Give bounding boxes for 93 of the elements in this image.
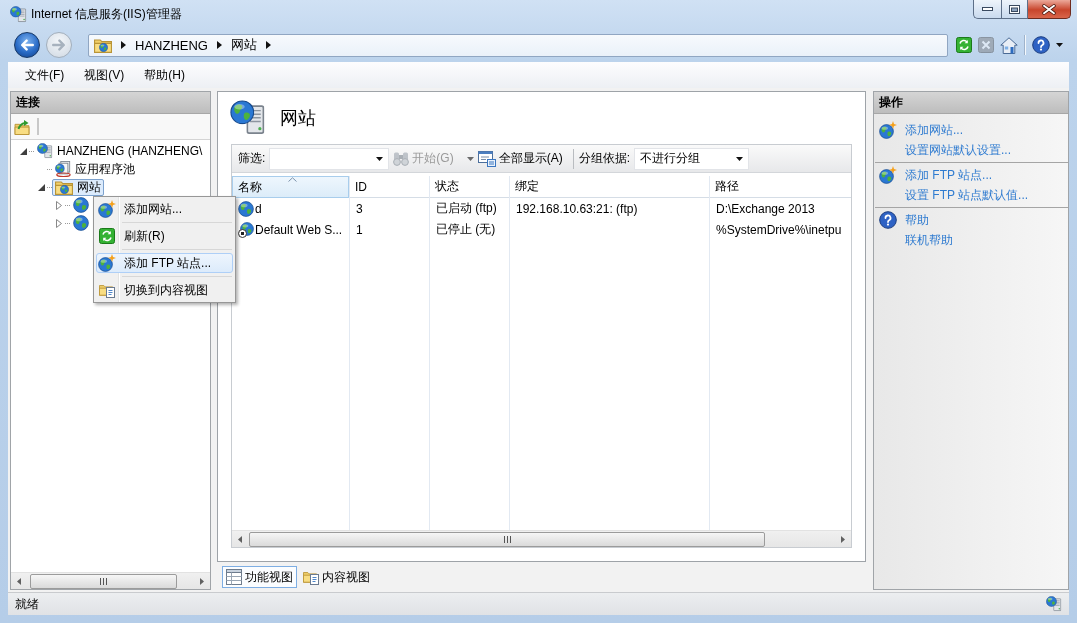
menu-item[interactable]: 帮助(H)	[137, 64, 192, 86]
action-link[interactable]: 帮助	[905, 211, 929, 229]
window-title: Internet 信息服务(IIS)管理器	[31, 5, 182, 23]
home-button[interactable]	[1000, 36, 1018, 54]
table-cell: Default Web S...	[255, 222, 343, 237]
scroll-thumb[interactable]	[30, 573, 177, 589]
binoculars-icon	[393, 151, 410, 166]
tree-expander-icon[interactable]	[37, 183, 45, 191]
help-button[interactable]	[1032, 36, 1050, 54]
breadcrumb-arrow-icon[interactable]	[121, 41, 126, 49]
globe-sparkle-icon	[98, 200, 116, 218]
action-link[interactable]: 联机帮助	[905, 231, 953, 249]
minimize-icon	[982, 7, 993, 11]
context-menu-item[interactable]: 添加 FTP 站点...	[96, 253, 233, 273]
folder-globe-icon	[94, 37, 112, 53]
column-header[interactable]: 绑定	[510, 176, 709, 198]
table-cell: 1	[356, 222, 363, 237]
table-cell: D:\Exchange 2013	[716, 201, 815, 216]
table-cell: %SystemDrive%\inetpu	[716, 222, 842, 237]
close-icon	[1042, 3, 1056, 15]
folder-globe-icon	[55, 179, 73, 195]
stop-icon	[978, 37, 994, 53]
panel-header: 操作	[874, 92, 1068, 114]
group-by-label: 分组依据:	[578, 150, 630, 167]
tree-item[interactable]: 网站	[52, 178, 104, 196]
refresh-button[interactable]	[956, 37, 972, 53]
globe-server-icon	[37, 143, 53, 159]
address-bar[interactable]: HANZHENG 网站	[88, 33, 948, 57]
scroll-right-icon	[841, 535, 845, 543]
group-by-dropdown[interactable]: 不进行分组	[634, 147, 749, 170]
caret-icon[interactable]	[736, 156, 743, 161]
breadcrumb-arrow-icon[interactable]	[265, 41, 271, 49]
breadcrumb-item[interactable]: 网站	[230, 36, 257, 54]
action-link[interactable]: 设置网站默认设置...	[905, 141, 1011, 159]
globe-sparkle-icon	[879, 121, 897, 139]
menu-item[interactable]: 文件(F)	[18, 64, 72, 86]
globe-server-icon	[10, 5, 27, 23]
tree-item[interactable]: HANZHENG (HANZHENG\	[34, 142, 206, 160]
grid-icon	[226, 569, 242, 585]
globe-sparkle-icon	[98, 254, 116, 272]
minimize-button[interactable]	[973, 0, 1001, 19]
panel-header: 连接	[11, 92, 210, 114]
tree-expander-icon[interactable]	[19, 147, 27, 155]
action-link[interactable]: 添加网站...	[905, 121, 963, 139]
maximize-button[interactable]	[1001, 0, 1028, 19]
column-header[interactable]: 名称	[232, 176, 349, 198]
arrow-right-icon	[52, 39, 66, 51]
menu-item[interactable]: 视图(V)	[77, 64, 132, 86]
scroll-left-icon	[238, 535, 242, 543]
table-cell: 已启动 (ftp)	[436, 200, 497, 217]
filter-field[interactable]	[269, 147, 390, 170]
show-all-button[interactable]: 全部显示(A)	[477, 147, 563, 170]
stacked-globe-icon	[55, 161, 71, 177]
refresh-icon	[99, 228, 115, 244]
home-icon	[1000, 36, 1018, 54]
caret-icon[interactable]	[376, 156, 384, 161]
scroll-thumb[interactable]	[249, 531, 765, 547]
caret-icon[interactable]	[1056, 43, 1063, 47]
help-icon	[879, 211, 897, 229]
tree-item[interactable]: 应用程序池	[52, 160, 138, 178]
folder-arrow-icon[interactable]	[14, 118, 30, 135]
maximize-icon	[1009, 4, 1020, 14]
globe-sparkle-icon	[879, 166, 897, 184]
action-link[interactable]: 设置 FTP 站点默认值...	[905, 186, 1029, 204]
help-icon	[1032, 36, 1050, 54]
grip-icon	[100, 577, 107, 585]
view-tab[interactable]: 内容视图	[299, 566, 374, 588]
breadcrumb-arrow-icon[interactable]	[216, 41, 222, 49]
context-menu-item[interactable]: 切换到内容视图	[96, 280, 233, 300]
refresh-icon	[956, 37, 972, 53]
context-menu-item[interactable]: 刷新(R)	[96, 226, 233, 246]
view-tab[interactable]: 功能视图	[222, 566, 297, 588]
page-title: 网站	[280, 107, 316, 130]
grip-icon	[503, 535, 511, 543]
window-list-icon	[477, 150, 496, 167]
table-cell: 3	[356, 201, 363, 216]
table-cell: 已停止 (无)	[436, 221, 496, 238]
close-button[interactable]	[1028, 0, 1071, 19]
arrow-left-icon	[20, 39, 34, 51]
status-text: 就绪	[15, 595, 39, 613]
scroll-left-icon	[17, 577, 21, 585]
context-menu-item[interactable]: 添加网站...	[96, 199, 233, 219]
table-cell: d	[255, 201, 262, 216]
filter-label: 筛选:	[238, 150, 266, 167]
back-button[interactable]	[14, 32, 40, 58]
scroll-right-icon	[200, 577, 204, 585]
table-cell: 192.168.10.63:21: (ftp)	[516, 201, 638, 216]
globe-server-icon	[230, 100, 266, 136]
globe-server-icon	[1046, 596, 1062, 612]
breadcrumb-item[interactable]: HANZHENG	[135, 37, 208, 53]
globe-icon	[73, 215, 89, 231]
action-link[interactable]: 添加 FTP 站点...	[905, 166, 993, 184]
globe-icon	[73, 197, 89, 213]
